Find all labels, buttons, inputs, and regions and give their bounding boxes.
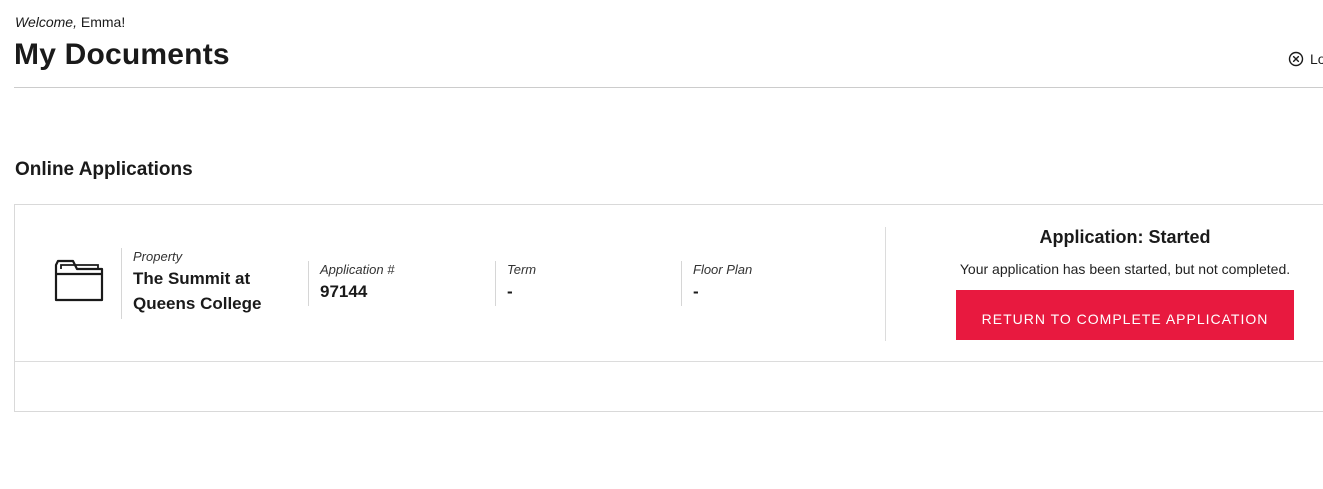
close-circle-icon [1288,51,1304,67]
return-to-application-button[interactable]: RETURN TO COMPLETE APPLICATION [956,290,1294,340]
floor-plan-value: - [693,282,699,301]
application-number-value: 97144 [320,282,368,301]
logout-button[interactable]: Lo [1288,51,1323,67]
application-number-label: Application # [320,262,395,277]
floor-plan-label: Floor Plan [693,262,753,277]
status-title: Application: Started [1039,227,1211,247]
section-title: Online Applications [15,159,193,180]
application-number-column: Application # 97144 [308,261,478,306]
welcome-message: Welcome, Emma! [15,14,125,30]
status-text: Your application has been started, but n… [959,261,1291,277]
logout-label: Lo [1310,51,1323,67]
property-column: Property The Summit at Queens College [121,248,291,319]
floor-plan-column: Floor Plan - [681,261,851,306]
property-value: The Summit at Queens College [133,269,262,313]
property-label: Property [133,249,183,264]
header-divider [14,87,1323,88]
folder-icon [54,259,104,302]
card-divider [15,361,1323,362]
page-title: My Documents [14,38,230,71]
term-label: Term [507,262,537,277]
user-name: Emma! [80,14,126,30]
application-card: Property The Summit at Queens College Ap… [14,204,1323,412]
term-value: - [507,282,513,301]
term-column: Term - [495,261,665,306]
welcome-prefix: Welcome, [15,14,77,30]
